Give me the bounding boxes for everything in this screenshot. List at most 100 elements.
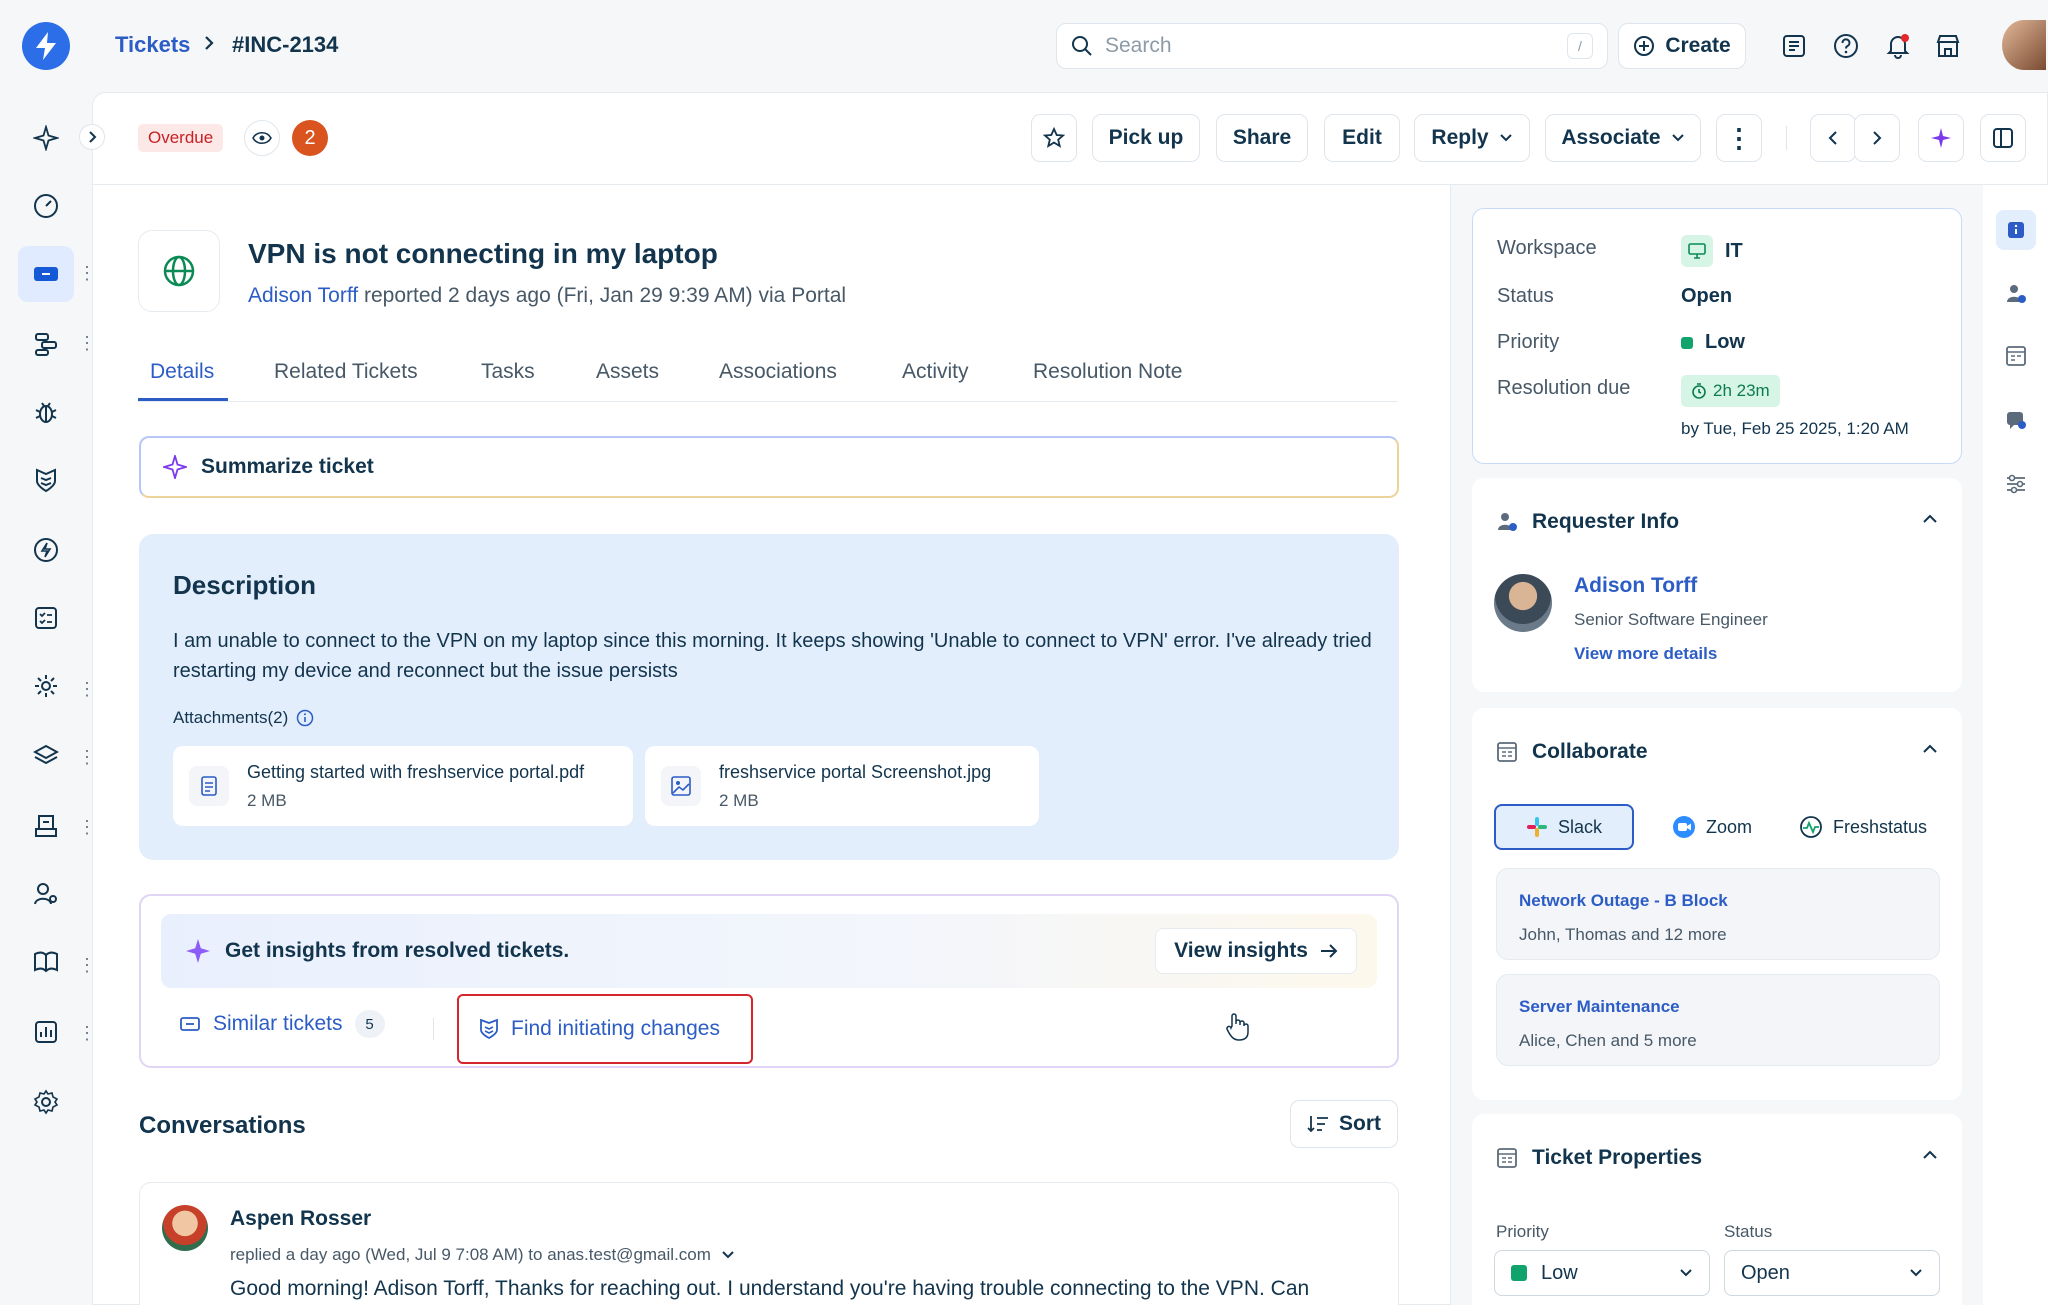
next-ticket-chevron-icon[interactable] [1854, 114, 1900, 162]
collaborate-header[interactable]: Collaborate [1496, 740, 1648, 764]
collapse-chevron-up-icon[interactable] [1922, 514, 1938, 524]
ticket-subtitle: Adison Torff reported 2 days ago (Fri, J… [248, 284, 846, 308]
chevron-down-icon[interactable] [721, 1250, 735, 1260]
freshstatus-button[interactable]: Freshstatus [1788, 804, 1938, 850]
attachments-count: Attachments(2) [173, 708, 289, 727]
nav-automation-gear-icon[interactable] [26, 666, 66, 706]
store-icon[interactable] [1932, 30, 1964, 62]
view-more-details-link[interactable]: View more details [1574, 644, 1717, 664]
toggle-sidebar-icon[interactable] [1980, 114, 2026, 162]
notifications-bell-icon[interactable] [1882, 30, 1914, 62]
collapse-chevron-up-icon[interactable] [1922, 1150, 1938, 1160]
ticket-info-icon[interactable] [1996, 210, 2036, 250]
attachment-card[interactable]: freshservice portal Screenshot.jpg 2 MB [645, 746, 1039, 826]
attachment-size: 2 MB [719, 790, 759, 810]
nav-tickets-icon[interactable] [18, 246, 74, 302]
tab-assets[interactable]: Assets [596, 360, 659, 384]
ticket-properties-header[interactable]: Ticket Properties [1496, 1146, 1702, 1170]
watcher-count-badge[interactable]: 2 [292, 120, 328, 156]
pick-up-button[interactable]: Pick up [1092, 114, 1200, 162]
tab-associations[interactable]: Associations [719, 360, 837, 384]
user-avatar[interactable] [2002, 20, 2046, 70]
requester-icon[interactable] [1996, 274, 2036, 314]
create-button[interactable]: Create [1618, 23, 1746, 69]
nav-dashboard-icon[interactable] [26, 186, 66, 226]
property-status-label: Status [1724, 1222, 1773, 1241]
tab-resolution-note[interactable]: Resolution Note [1033, 360, 1182, 384]
share-button[interactable]: Share [1216, 114, 1308, 162]
attachment-name: freshservice portal Screenshot.jpg [719, 761, 992, 782]
workspace-text: IT [1725, 239, 1743, 262]
find-changes-label: Find initiating changes [511, 1017, 720, 1040]
nav-releases-icon[interactable] [26, 530, 66, 570]
requester-info-header[interactable]: Requester Info [1496, 510, 1679, 534]
avatar [1494, 574, 1552, 632]
nav-changes-icon[interactable] [26, 460, 66, 500]
info-icon[interactable] [296, 709, 314, 727]
reply-button[interactable]: Reply [1414, 114, 1530, 162]
tab-tasks[interactable]: Tasks [481, 360, 535, 384]
collaborate-heading: Collaborate [1532, 740, 1648, 763]
attachments-label: Attachments(2) [173, 708, 314, 728]
expand-nav-chevron-icon[interactable] [79, 124, 105, 150]
attachment-card[interactable]: Getting started with freshservice portal… [173, 746, 633, 826]
sort-button[interactable]: Sort [1290, 1100, 1398, 1148]
nav-knowledge-book-icon[interactable] [26, 942, 66, 982]
previous-ticket-chevron-icon[interactable] [1810, 114, 1856, 162]
nav-contracts-icon[interactable] [26, 806, 66, 846]
status-value: Open [1681, 285, 1733, 307]
insights-separator [433, 1018, 434, 1040]
search-input[interactable]: Search / [1056, 23, 1608, 69]
priority-value: Low [1681, 331, 1745, 354]
chat-icon[interactable] [1996, 400, 2036, 440]
view-insights-label: View insights [1174, 939, 1308, 962]
contacts-icon[interactable] [1778, 30, 1810, 62]
image-icon [661, 766, 701, 806]
due-date-text: by Tue, Feb 25 2025, 1:20 AM [1681, 419, 1909, 438]
tab-activity[interactable]: Activity [902, 360, 969, 384]
nav-users-icon[interactable] [26, 874, 66, 914]
insights-banner: Get insights from resolved tickets. View… [161, 914, 1377, 988]
search-placeholder: Search [1105, 34, 1172, 57]
similar-tickets-link[interactable]: Similar tickets 5 [179, 1010, 385, 1038]
chevron-down-icon [1679, 1268, 1693, 1278]
conversation-meta: replied a day ago (Wed, Jul 9 7:08 AM) t… [230, 1245, 735, 1265]
channel-item[interactable]: Server Maintenance Alice, Chen and 5 more [1496, 974, 1940, 1066]
priority-select-value: Low [1541, 1261, 1578, 1284]
summarize-ticket-button[interactable]: Summarize ticket [139, 436, 1399, 498]
nav-ai-sparkle-icon[interactable] [26, 118, 66, 158]
star-icon[interactable] [1031, 114, 1077, 162]
nav-reports-chart-icon[interactable] [26, 1012, 66, 1052]
associate-button[interactable]: Associate [1545, 114, 1701, 162]
channel-item[interactable]: Network Outage - B Block John, Thomas and… [1496, 868, 1940, 960]
more-actions-icon[interactable]: ⋮ [1716, 114, 1762, 162]
find-initiating-changes-button[interactable]: Find initiating changes [457, 994, 753, 1064]
nav-layers-icon[interactable] [26, 736, 66, 776]
mouse-cursor-hand-icon [1224, 1012, 1250, 1042]
tab-details[interactable]: Details [150, 360, 214, 384]
collapse-chevron-up-icon[interactable] [1922, 744, 1938, 754]
nav-workflow-icon[interactable] [26, 324, 66, 364]
reported-text: reported 2 days ago (Fri, Jan 29 9:39 AM… [358, 284, 847, 307]
collaborate-rail-icon[interactable] [1996, 336, 2036, 376]
chevron-down-icon [1909, 1268, 1923, 1278]
requester-link[interactable]: Adison Torff [248, 284, 358, 307]
ai-assistant-sparkle-icon[interactable] [1918, 114, 1964, 162]
nav-problems-bug-icon[interactable] [26, 392, 66, 432]
properties-icon [1496, 1147, 1518, 1169]
edit-button[interactable]: Edit [1324, 114, 1400, 162]
nav-settings-gear-icon[interactable] [26, 1082, 66, 1122]
help-icon[interactable] [1830, 30, 1862, 62]
app-logo-icon[interactable] [22, 22, 70, 70]
watch-eye-icon[interactable] [244, 120, 280, 156]
breadcrumb-tickets[interactable]: Tickets [115, 32, 190, 58]
requester-name[interactable]: Adison Torff [1574, 574, 1697, 598]
slack-button[interactable]: Slack [1494, 804, 1634, 850]
status-select[interactable]: Open [1724, 1250, 1940, 1296]
filters-sliders-icon[interactable] [1996, 464, 2036, 504]
view-insights-button[interactable]: View insights [1155, 928, 1357, 974]
nav-tasks-icon[interactable] [26, 598, 66, 638]
tab-related-tickets[interactable]: Related Tickets [274, 360, 418, 384]
zoom-button[interactable]: Zoom [1652, 804, 1772, 850]
priority-select[interactable]: Low [1494, 1250, 1710, 1296]
